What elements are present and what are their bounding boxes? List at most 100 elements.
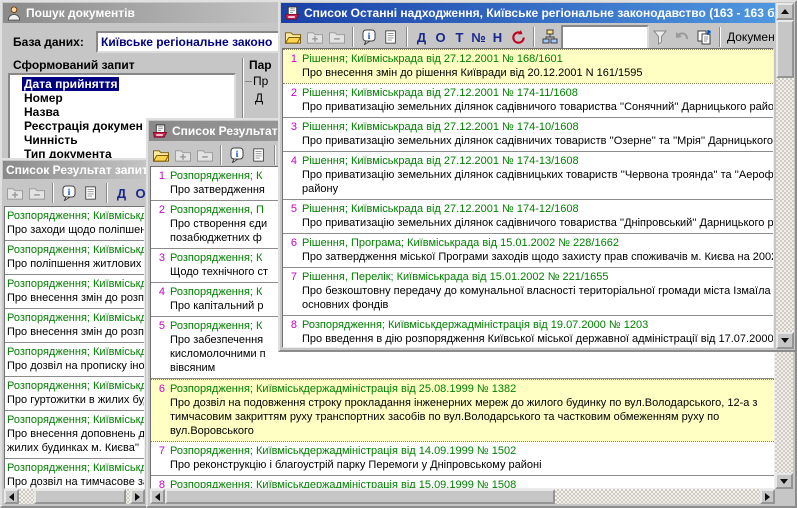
copy-pages-button[interactable]	[693, 26, 715, 48]
left-horizontal-scrollbar[interactable]	[4, 489, 145, 504]
row-number: 7	[283, 270, 297, 284]
row-header: Розпорядження; К	[170, 169, 262, 183]
card-button[interactable]	[248, 144, 270, 166]
scrollbar-thumb[interactable]	[165, 489, 555, 504]
scroll-right-button[interactable]	[760, 489, 775, 504]
row-number: 4	[283, 154, 297, 168]
copy-pages-icon	[696, 29, 712, 45]
recent-vertical-scrollbar[interactable]	[776, 3, 794, 349]
search-window-titlebar[interactable]: Пошук документів	[3, 3, 284, 23]
recent-results-list[interactable]: 1Рішення; Київміськрада від 27.12.2001 №…	[282, 48, 774, 348]
row-number: 6	[151, 382, 165, 396]
toolbar-separator	[274, 145, 276, 165]
filter-letter-button[interactable]: О	[431, 30, 450, 45]
query-header: Сформований запит	[13, 58, 135, 72]
query-item[interactable]: Номер	[10, 91, 234, 105]
result-row[interactable]: 6Рішення, Програма; Київміськрада від 15…	[283, 234, 773, 268]
info-button[interactable]: i	[358, 26, 380, 48]
collapse-folder-button[interactable]	[326, 26, 348, 48]
row-number: 3	[283, 120, 297, 134]
result-row[interactable]: 7Рішення, Перелік; Київміськрада від 15.…	[283, 268, 773, 316]
left-results-list[interactable]: Розпорядження; КиївміськдПро заходи щодо…	[4, 206, 145, 489]
expand-folder-button[interactable]	[172, 144, 194, 166]
param-label-1: Пр	[253, 74, 268, 88]
result-row[interactable]: Розпорядження; КиївміськдПро дозвіл на п…	[5, 343, 144, 377]
result-row[interactable]: 3Рішення; Київміськрада від 27.12.2001 №…	[283, 118, 773, 152]
result-row[interactable]: Розпорядження; КиївміськдПро дозвіл на т…	[5, 459, 144, 489]
hierarchy-button[interactable]	[539, 26, 561, 48]
window-results-left: Список Результат запит i ДОТ Розпоряджен…	[0, 158, 149, 508]
open-folder-icon	[284, 30, 302, 45]
row-number: 5	[151, 319, 165, 333]
result-row[interactable]: Розпорядження; КиївміськдПро внесення зм…	[5, 275, 144, 309]
toolbar-search-input[interactable]	[561, 25, 649, 50]
filter-letter-button[interactable]: О	[131, 186, 147, 201]
open-folder-button[interactable]	[150, 144, 172, 166]
result-row[interactable]: Розпорядження; КиївміськдПро внесення зм…	[5, 309, 144, 343]
scrollbar-thumb[interactable]	[776, 20, 794, 78]
scrollbar-corner	[775, 489, 793, 504]
result-row[interactable]: 2Рішення; Київміськрада від 27.12.2001 №…	[283, 84, 773, 118]
scroll-down-button[interactable]	[775, 473, 793, 489]
filter-letter-button[interactable]: №	[469, 30, 488, 45]
expand-folder-button[interactable]	[4, 182, 26, 204]
left-results-titlebar[interactable]: Список Результат запит	[3, 161, 146, 179]
result-row[interactable]: 7Розпорядження; Київміськдержадміністрац…	[151, 442, 774, 476]
result-row[interactable]: 8Розпорядження; Київміськдержадміністрац…	[151, 476, 774, 489]
row-description: Про введення в дію розпорядження Київськ…	[283, 332, 773, 346]
result-row[interactable]: Розпорядження; КиївміськдПро гуртожитки …	[5, 377, 144, 411]
result-row[interactable]: Розпорядження; КиївміськдПро внесення до…	[5, 411, 144, 459]
recent-window-titlebar[interactable]: Список Останні надходження, Київське рег…	[281, 3, 775, 23]
folder-minus-icon	[328, 30, 346, 45]
filter-letter-button[interactable]: Т	[450, 30, 469, 45]
filter-letter-button[interactable]: Д	[112, 186, 131, 201]
row-description: Про дозвіл на прописку іног	[5, 359, 144, 373]
card-button[interactable]	[380, 26, 402, 48]
scroll-down-button[interactable]	[776, 332, 794, 349]
mid-results-title: Список Результат	[172, 124, 278, 138]
info-bubble-icon: i	[361, 29, 377, 45]
row-description: основних фондів	[283, 298, 773, 312]
result-row[interactable]: 5Рішення; Київміськрада від 27.12.2001 №…	[283, 200, 773, 234]
groupbox-edge	[245, 81, 252, 82]
scroll-left-button[interactable]	[150, 489, 165, 504]
row-description: Про затвердження міської Програми заході…	[283, 250, 773, 264]
filter-letter-button[interactable]: Н	[488, 30, 507, 45]
scrollbar-track[interactable]	[19, 489, 130, 504]
card-button[interactable]	[80, 182, 102, 204]
result-row[interactable]: 1Рішення; Київміськрада від 27.12.2001 №…	[283, 49, 773, 84]
scroll-up-button[interactable]	[776, 3, 794, 20]
row-number: 1	[283, 52, 297, 66]
row-header: Розпорядження; К	[170, 319, 262, 333]
scroll-left-button[interactable]	[4, 489, 19, 504]
collapse-folder-button[interactable]	[194, 144, 216, 166]
scrollbar-track[interactable]	[776, 20, 794, 332]
result-row[interactable]: Розпорядження; КиївміськдПро поліпшення …	[5, 241, 144, 275]
query-item-label: Дата прийняття	[22, 77, 119, 91]
result-row[interactable]: 8Розпорядження; Київміськдержадміністрац…	[283, 316, 773, 348]
info-button[interactable]: i	[58, 182, 80, 204]
filter-button[interactable]	[649, 26, 671, 48]
open-folder-button[interactable]	[282, 26, 304, 48]
result-row[interactable]: Розпорядження; КиївміськдПро заходи щодо…	[5, 207, 144, 241]
undo-button[interactable]	[671, 26, 693, 48]
mid-horizontal-scrollbar[interactable]	[150, 489, 775, 504]
collapse-folder-button[interactable]	[26, 182, 48, 204]
row-header: Розпорядження; Київміськд	[7, 345, 145, 359]
scrollbar-track[interactable]	[165, 489, 760, 504]
result-row[interactable]: 4Рішення; Київміськрада від 27.12.2001 №…	[283, 152, 773, 200]
result-row[interactable]: 6Розпорядження; Київміськдержадміністрац…	[151, 379, 774, 442]
scroll-right-button[interactable]	[130, 489, 145, 504]
row-description: Про приватизацію земельних ділянок садів…	[283, 134, 773, 148]
database-select-input[interactable]	[96, 31, 284, 53]
refresh-red-icon	[510, 29, 527, 46]
scrollbar-thumb[interactable]	[34, 489, 126, 504]
query-item[interactable]: Назва	[10, 105, 234, 119]
expand-folder-button[interactable]	[304, 26, 326, 48]
toolbar-separator	[52, 183, 54, 203]
info-button[interactable]: i	[226, 144, 248, 166]
filter-letter-button[interactable]: Д	[412, 30, 431, 45]
query-item[interactable]: Дата прийняття	[10, 77, 234, 91]
row-description: тимчасовим закриттям руху транспортних з…	[151, 410, 774, 424]
refresh-button[interactable]	[507, 26, 529, 48]
